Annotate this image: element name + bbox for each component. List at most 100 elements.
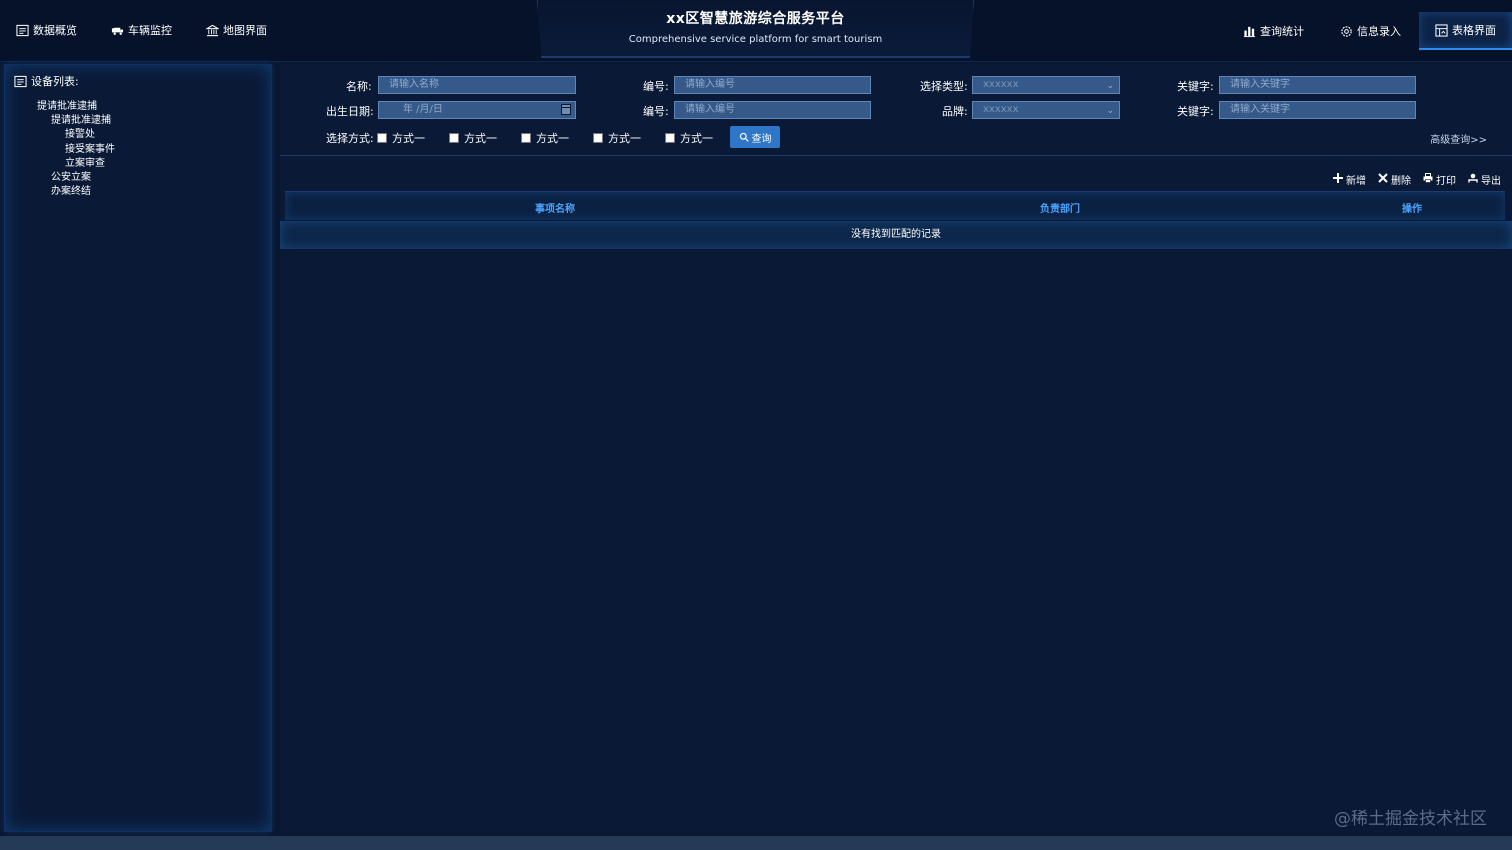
export-icon: [1468, 173, 1478, 186]
keyword2-label: 关键字:: [1177, 105, 1214, 118]
page-subtitle: Comprehensive service platform for smart…: [628, 34, 883, 45]
checkbox-box[interactable]: [521, 133, 531, 143]
column-header-event-name[interactable]: 事项名称: [535, 200, 575, 215]
nav-table-view[interactable]: 表格界面: [1419, 12, 1512, 50]
checkbox-label: 方式一: [536, 132, 569, 145]
nav-map[interactable]: 地图界面: [206, 22, 267, 38]
mode-label: 选择方式:: [326, 132, 374, 145]
close-icon: [1378, 173, 1388, 186]
building-icon: [206, 24, 219, 37]
printer-icon: [1423, 173, 1433, 186]
nav-label: 查询统计: [1260, 25, 1304, 38]
table-header: 事项名称 负责部门 操作: [285, 191, 1505, 220]
type-select[interactable]: xxxxxx ⌄: [972, 76, 1120, 94]
nav-label: 车辆监控: [128, 24, 172, 37]
brand-select[interactable]: xxxxxx ⌄: [972, 101, 1120, 119]
type-label: 选择类型:: [920, 80, 968, 93]
nav-label: 表格界面: [1452, 24, 1496, 37]
nav-label: 数据概览: [33, 24, 77, 37]
brand-select-value: xxxxxx: [983, 104, 1019, 115]
chevron-down-icon: ⌄: [1106, 106, 1114, 116]
code2-input[interactable]: 请输入编号: [674, 101, 871, 119]
nav-left: 数据概览 车辆监控 地图界面: [16, 22, 267, 38]
list-icon: [14, 75, 27, 88]
device-list-panel: 设备列表: 提请批准逮捕 提请批准逮捕 接警处 接受案事件 立案审查 公安立案 …: [4, 64, 272, 832]
tree-node[interactable]: 办案终结: [37, 185, 115, 199]
table-icon: [1435, 23, 1448, 37]
checkbox-box[interactable]: [449, 133, 459, 143]
sidebar-header: 设备列表:: [14, 73, 79, 89]
watermark: @稀土掘金技术社区: [1334, 809, 1487, 829]
truck-icon: [111, 24, 124, 37]
keyword-input[interactable]: 请输入关键字: [1219, 76, 1416, 94]
table-toolbar: 新增 删除 打印 导出: [1333, 172, 1501, 187]
tree-node[interactable]: 立案审查: [37, 157, 115, 171]
print-button[interactable]: 打印: [1423, 172, 1456, 187]
tree-node[interactable]: 公安立案: [37, 171, 115, 185]
top-navbar: 数据概览 车辆监控 地图界面 xx区智慧旅游综合服务平台 Comprehensi…: [0, 0, 1512, 62]
add-button[interactable]: 新增: [1333, 172, 1366, 187]
add-label: 新增: [1346, 176, 1366, 187]
keyword-label: 关键字:: [1177, 80, 1214, 93]
sidebar-title: 设备列表:: [31, 75, 79, 88]
delete-button[interactable]: 删除: [1378, 172, 1411, 187]
nav-vehicle-monitor[interactable]: 车辆监控: [111, 22, 172, 38]
code-input[interactable]: 请输入编号: [674, 76, 871, 94]
document-icon: [16, 24, 29, 37]
main-content: 名称: 请输入名称 编号: 请输入编号 选择类型: xxxxxx ⌄ 关键字: …: [280, 64, 1512, 834]
mode-checkbox[interactable]: 方式一: [521, 130, 569, 146]
mode-checkbox-group: 方式一 方式一 方式一 方式一 方式一: [377, 130, 713, 146]
name-input[interactable]: 请输入名称: [378, 76, 576, 94]
search-icon: [739, 132, 749, 142]
print-label: 打印: [1436, 176, 1456, 187]
nav-query-stats[interactable]: 查询统计: [1225, 12, 1322, 50]
mode-checkbox[interactable]: 方式一: [449, 130, 497, 146]
table-empty-row: 没有找到匹配的记录: [280, 221, 1512, 249]
checkbox-box[interactable]: [665, 133, 675, 143]
tree-node[interactable]: 提请批准逮捕: [37, 100, 115, 114]
filter-form: 名称: 请输入名称 编号: 请输入编号 选择类型: xxxxxx ⌄ 关键字: …: [280, 64, 1512, 156]
chevron-down-icon: ⌄: [1106, 81, 1114, 91]
platform-title-block: xx区智慧旅游综合服务平台 Comprehensive service plat…: [537, 0, 974, 58]
checkbox-label: 方式一: [392, 132, 425, 145]
nav-info-entry[interactable]: 信息录入: [1322, 12, 1419, 50]
nav-data-overview[interactable]: 数据概览: [16, 22, 77, 38]
advanced-query-link[interactable]: 高级查询>>: [1430, 131, 1487, 146]
checkbox-box[interactable]: [377, 133, 387, 143]
plus-icon: [1333, 173, 1343, 186]
birth-date-label: 出生日期:: [326, 105, 374, 118]
export-button[interactable]: 导出: [1468, 172, 1501, 187]
tree-node[interactable]: 提请批准逮捕: [37, 114, 115, 128]
mode-checkbox[interactable]: 方式一: [665, 130, 713, 146]
checkbox-label: 方式一: [464, 132, 497, 145]
type-select-value: xxxxxx: [983, 79, 1019, 90]
tree-node[interactable]: 接警处: [37, 128, 115, 142]
export-label: 导出: [1481, 176, 1501, 187]
brand-label: 品牌:: [942, 105, 968, 118]
checkbox-label: 方式一: [608, 132, 641, 145]
gear-icon: [1340, 25, 1353, 38]
checkbox-box[interactable]: [593, 133, 603, 143]
column-header-actions[interactable]: 操作: [1402, 200, 1422, 215]
nav-label: 信息录入: [1357, 25, 1401, 38]
birth-date-input[interactable]: 年 /月/日: [378, 101, 576, 119]
nav-label: 地图界面: [223, 24, 267, 37]
tree-node[interactable]: 接受案事件: [37, 143, 115, 157]
code-label: 编号:: [643, 80, 669, 93]
device-tree: 提请批准逮捕 提请批准逮捕 接警处 接受案事件 立案审查 公安立案 办案终结: [37, 100, 115, 199]
name-label: 名称:: [346, 80, 372, 93]
calendar-icon[interactable]: [561, 104, 571, 115]
mode-checkbox[interactable]: 方式一: [593, 130, 641, 146]
query-button-label: 查询: [751, 133, 772, 145]
code2-label: 编号:: [643, 105, 669, 118]
page-title: xx区智慧旅游综合服务平台: [666, 11, 845, 27]
bar-chart-icon: [1243, 25, 1256, 38]
checkbox-label: 方式一: [680, 132, 713, 145]
nav-right: 查询统计 信息录入 表格界面: [1225, 12, 1512, 50]
birth-date-placeholder: 年 /月/日: [403, 104, 443, 115]
column-header-department[interactable]: 负责部门: [1040, 200, 1080, 215]
query-button[interactable]: 查询: [730, 126, 780, 148]
keyword2-input[interactable]: 请输入关键字: [1219, 101, 1416, 119]
mode-checkbox[interactable]: 方式一: [377, 130, 425, 146]
delete-label: 删除: [1391, 176, 1411, 187]
